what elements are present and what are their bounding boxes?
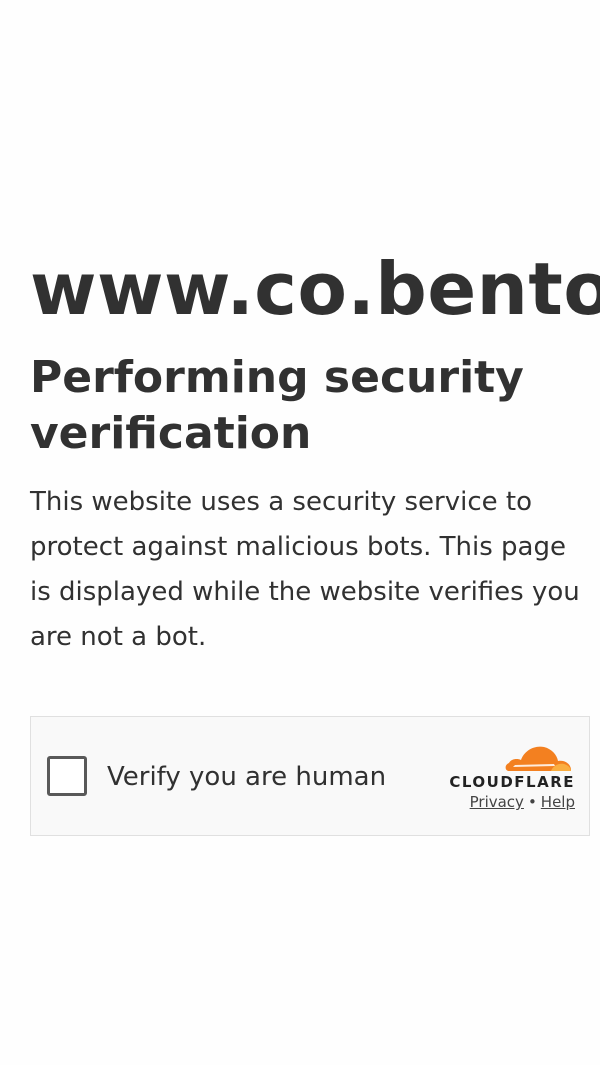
verify-checkbox-label[interactable]: Verify you are human: [107, 761, 386, 793]
cloudflare-links: Privacy • Help: [470, 793, 575, 811]
help-link[interactable]: Help: [541, 793, 575, 811]
site-domain-title: www.co.bento: [30, 247, 600, 331]
verification-description: This website uses a security service to …: [30, 487, 580, 652]
verification-heading: Performing security verification: [30, 352, 524, 459]
privacy-link[interactable]: Privacy: [470, 793, 524, 811]
cloudflare-wordmark: CLOUDFLARE: [449, 773, 575, 791]
turnstile-widget: Verify you are human CLOUDFLARE Privacy •…: [30, 716, 590, 836]
cloudflare-cloud-icon: [505, 746, 571, 771]
link-separator: •: [527, 793, 537, 811]
verify-checkbox[interactable]: [47, 756, 87, 796]
cloudflare-logo: CLOUDFLARE: [435, 737, 575, 797]
main-content: www.co.bento Performing security verific…: [30, 246, 600, 660]
